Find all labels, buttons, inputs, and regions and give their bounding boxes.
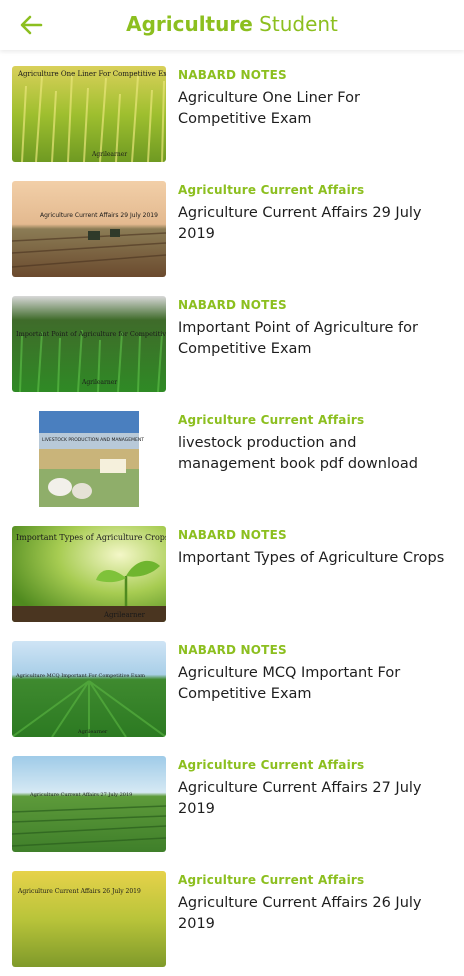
svg-text:Agrilearner: Agrilearner [91, 151, 127, 158]
article-title[interactable]: Important Point of Agriculture for Compe… [178, 318, 450, 360]
article-title[interactable]: Agriculture Current Affairs 29 July 2019 [178, 203, 450, 245]
article-category: NABARD NOTES [178, 528, 287, 542]
svg-text:Agriculture Current Affairs 27: Agriculture Current Affairs 27 July 2019 [29, 792, 132, 798]
svg-text:LIVESTOCK PRODUCTION AND MANAG: LIVESTOCK PRODUCTION AND MANAGEMENT [42, 437, 144, 443]
article-item[interactable]: Agriculture Current Affairs 27 July 2019… [0, 746, 464, 861]
article-category: NABARD NOTES [178, 68, 287, 82]
article-item[interactable]: Agriculture One Liner For Competitive Ex… [0, 56, 464, 171]
svg-text:Important Point of Agriculture: Important Point of Agriculture for Compe… [16, 330, 166, 338]
article-item[interactable]: Important Types of Agriculture Crops Agr… [0, 516, 464, 631]
svg-text:Agriculture MCQ Important For: Agriculture MCQ Important For Competitiv… [15, 673, 145, 679]
article-item[interactable]: Agriculture Current Affairs 26 July 2019… [0, 861, 464, 976]
article-thumbnail: Agriculture MCQ Important For Competitiv… [12, 641, 166, 737]
article-thumbnail: Important Types of Agriculture Crops Agr… [12, 526, 166, 622]
article-thumbnail: Agriculture Current Affairs 29 July 2019 [12, 181, 166, 277]
svg-text:Agriculture Current Affairs 29: Agriculture Current Affairs 29 July 2019 [40, 212, 158, 219]
svg-text:Agrilearner: Agrilearner [103, 611, 146, 619]
article-list: Agriculture One Liner For Competitive Ex… [0, 56, 464, 976]
article-item[interactable]: Agriculture MCQ Important For Competitiv… [0, 631, 464, 746]
article-title[interactable]: Agriculture Current Affairs 26 July 2019 [178, 893, 450, 935]
article-category: Agriculture Current Affairs [178, 873, 365, 887]
svg-text:Agriculture One Liner For Comp: Agriculture One Liner For Competitive Ex… [17, 70, 166, 78]
article-category: Agriculture Current Affairs [178, 758, 365, 772]
page-title: Agriculture Student [126, 12, 338, 36]
article-category: Agriculture Current Affairs [178, 183, 365, 197]
article-thumbnail: LIVESTOCK PRODUCTION AND MANAGEMENT [12, 411, 166, 507]
article-title[interactable]: Agriculture MCQ Important For Competitiv… [178, 663, 450, 705]
svg-text:Agriculture Current Affairs 26: Agriculture Current Affairs 26 July 2019 [17, 888, 141, 895]
article-category: NABARD NOTES [178, 643, 287, 657]
article-item[interactable]: Important Point of Agriculture for Compe… [0, 286, 464, 401]
article-title[interactable]: Agriculture One Liner For Competitive Ex… [178, 88, 450, 130]
article-title[interactable]: Important Types of Agriculture Crops [178, 548, 450, 569]
article-title[interactable]: Agriculture Current Affairs 27 July 2019 [178, 778, 450, 820]
article-category: NABARD NOTES [178, 298, 287, 312]
svg-text:Agrilearner: Agrilearner [77, 729, 108, 735]
article-title[interactable]: livestock production and management book… [178, 433, 450, 475]
svg-text:Agrilearner: Agrilearner [81, 379, 117, 386]
article-item[interactable]: LIVESTOCK PRODUCTION AND MANAGEMENT Agri… [0, 401, 464, 516]
article-item[interactable]: Agriculture Current Affairs 29 July 2019… [0, 171, 464, 286]
svg-text:Important Types of Agriculture: Important Types of Agriculture Crops [16, 533, 166, 542]
article-thumbnail: Important Point of Agriculture for Compe… [12, 296, 166, 392]
app-bar: Agriculture Student [0, 0, 464, 50]
article-thumbnail: Agriculture One Liner For Competitive Ex… [12, 66, 166, 162]
article-thumbnail: Agriculture Current Affairs 26 July 2019 [12, 871, 166, 967]
article-thumbnail: Agriculture Current Affairs 27 July 2019 [12, 756, 166, 852]
article-category: Agriculture Current Affairs [178, 413, 365, 427]
